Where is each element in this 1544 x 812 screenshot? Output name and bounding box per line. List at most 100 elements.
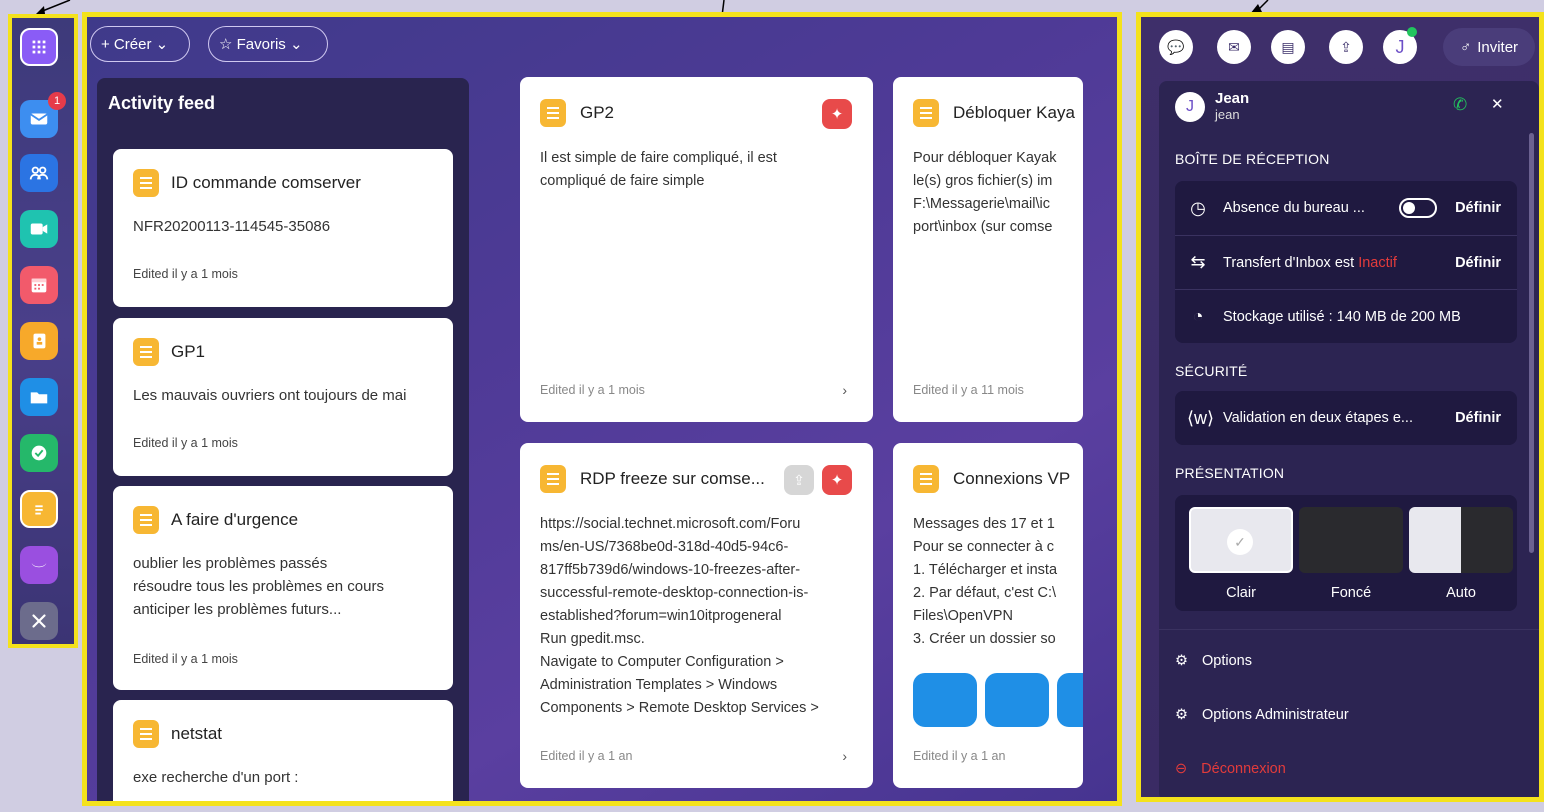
address-book-icon [33,333,46,349]
note-title: Connexions VP [953,469,1071,488]
favorites-button[interactable]: ☆ Favoris ⌄ [208,26,328,62]
note-icon [540,465,566,493]
check-circle-icon [31,445,47,461]
close-icon[interactable]: ✕ [1491,95,1504,113]
two-step-label: Validation en deux étapes e... [1223,410,1413,426]
upload-icon[interactable]: ⇪ [1329,30,1363,64]
note-icon [913,465,939,493]
calendar-app-button[interactable] [20,266,58,304]
feed-card-urgence[interactable]: A faire d'urgence oublier les problèmes … [113,486,453,690]
folder-icon[interactable] [1057,673,1083,727]
theme-auto-option[interactable] [1409,507,1513,573]
note-card-rdp[interactable]: RDP freeze sur comse... ⇪ ✦ https://soci… [520,443,873,788]
note-line: https://social.technet.microsoft.com/For… [540,516,801,532]
note-edited: Edited il y a 11 mois [913,383,1024,397]
transfer-prefix: Transfert d'Inbox est [1223,254,1359,271]
user-info: J Jean jean [1175,91,1249,122]
logout-item[interactable]: ⊖ Déconnexion [1175,761,1286,777]
presentation-section-title: PRÉSENTATION [1175,465,1285,481]
tasks-app-button[interactable] [20,434,58,472]
define-button[interactable]: Définir [1455,200,1501,216]
theme-group: ✓ Clair Foncé Auto [1175,495,1517,611]
feed-card-id-commande[interactable]: ID commande comserver NFR20200113-114545… [113,149,453,307]
mail-app-button[interactable]: 1 [20,92,66,138]
chevron-right-icon[interactable]: › [842,382,847,398]
scrollbar[interactable] [1529,133,1534,553]
note-card-gp2[interactable]: GP2 ✦ Il est simple de faire compliqué, … [520,77,873,422]
pin-icon[interactable]: ✦ [822,99,852,129]
feed-card-text: NFR20200113-114545-35086 [133,218,331,235]
theme-dark-option[interactable] [1299,507,1403,573]
brand-app-button[interactable] [20,546,58,584]
feed-title: Activity feed [108,93,216,113]
options-item[interactable]: ⚙ Options [1175,653,1252,669]
feed-card-netstat[interactable]: netstat exe recherche d'un port : [113,700,453,801]
address-book-app-button[interactable] [20,322,58,360]
chevron-right-icon[interactable]: › [842,748,847,764]
notes-app-button[interactable] [20,490,58,528]
chat-icon[interactable]: 💬 [1159,30,1193,64]
shield-w-icon: ⟨w⟩ [1187,407,1215,428]
contacts-app-button[interactable] [20,154,58,192]
phone-icon[interactable]: ✆ [1453,95,1467,115]
options-label: Options [1202,653,1252,669]
theme-auto-label: Auto [1446,585,1476,601]
logout-icon: ⊖ [1175,761,1188,777]
feed-line: résoudre tous les problèmes en cours [133,578,384,595]
absence-row[interactable]: ◷ Absence du bureau ... Définir [1175,181,1517,235]
note-icon [133,506,159,534]
admin-options-item[interactable]: ⚙ Options Administrateur [1175,707,1349,723]
video-camera-icon [30,223,48,235]
clock-icon: ◷ [1190,197,1206,218]
note-line: Il est simple de faire compliqué, il est [540,150,777,166]
feed-card-edited: Edited il y a 1 mois [133,267,238,281]
note-line: le(s) gros fichier(s) im [913,173,1053,189]
note-card-kayak[interactable]: Débloquer Kaya Pour débloquer Kayak le(s… [893,77,1083,422]
tools-app-button[interactable] [20,602,58,640]
archive-icon[interactable]: ▤ [1271,30,1305,64]
note-text: https://social.technet.microsoft.com/For… [540,513,819,727]
account-menu: J Jean jean ✆ ✕ BOÎTE DE RÉCEPTION ◷ Abse… [1159,81,1539,797]
apps-grid-button[interactable] [20,28,58,66]
absence-label: Absence du bureau ... [1223,200,1365,216]
note-line: ms/en-US/7368be0d-318d-40d5-94c6- [540,539,789,555]
define-button[interactable]: Définir [1455,410,1501,426]
invite-button[interactable]: ♂ Inviter [1443,28,1535,66]
note-line: 3. Créer un dossier so [913,631,1056,647]
note-line: 2. Par défaut, c'est C:\ [913,585,1057,601]
folder-icon[interactable] [985,673,1049,727]
two-step-row[interactable]: ⟨w⟩ Validation en deux étapes e... Défin… [1175,391,1517,445]
note-line: established?forum=win10itprogeneral [540,608,782,624]
pin-icon[interactable]: ✦ [822,465,852,495]
theme-light-option[interactable]: ✓ [1189,507,1293,573]
message-icon[interactable]: ✉ [1217,30,1251,64]
note-card-vpn[interactable]: Connexions VP Messages des 17 et 1 Pour … [893,443,1083,788]
feed-line: anticiper les problèmes futurs... [133,601,342,618]
define-button[interactable]: Définir [1455,255,1501,271]
note-line: successful-remote-desktop-connection-is- [540,585,809,601]
folder-icon[interactable] [913,673,977,727]
storage-row: ◔ Stockage utilisé : 140 MB de 200 MB [1175,289,1517,343]
feed-card-title: ID commande comserver [171,173,361,192]
video-app-button[interactable] [20,210,58,248]
share-icon[interactable]: ⇪ [784,465,814,495]
user-login: jean [1215,107,1240,122]
note-line: Run gpedit.msc. [540,631,645,647]
absence-toggle[interactable] [1399,198,1437,218]
folder-icon [30,392,48,404]
files-app-button[interactable] [20,378,58,416]
theme-dark-label: Foncé [1330,585,1372,601]
transfer-row[interactable]: ⇆ Transfert d'Inbox est Inactif Définir [1175,235,1517,289]
create-button[interactable]: + Créer ⌄ [90,26,190,62]
feed-card-gp1[interactable]: GP1 Les mauvais ouvriers ont toujours de… [113,318,453,476]
note-edited: Edited il y a 1 an [540,749,633,763]
unread-badge: 1 [48,92,66,110]
logout-label: Déconnexion [1201,761,1286,777]
transfer-label: Transfert d'Inbox est Inactif [1223,255,1397,271]
security-group: ⟨w⟩ Validation en deux étapes e... Défin… [1175,391,1517,445]
feed-card-title: GP1 [171,342,206,361]
storage-label: Stockage utilisé : 140 MB de 200 MB [1223,308,1461,325]
note-line: port\inbox (sur comse [913,219,1053,235]
feed-card-title: netstat [171,724,223,743]
activity-feed: Activity feed ID commande comserver NFR2… [97,78,469,801]
